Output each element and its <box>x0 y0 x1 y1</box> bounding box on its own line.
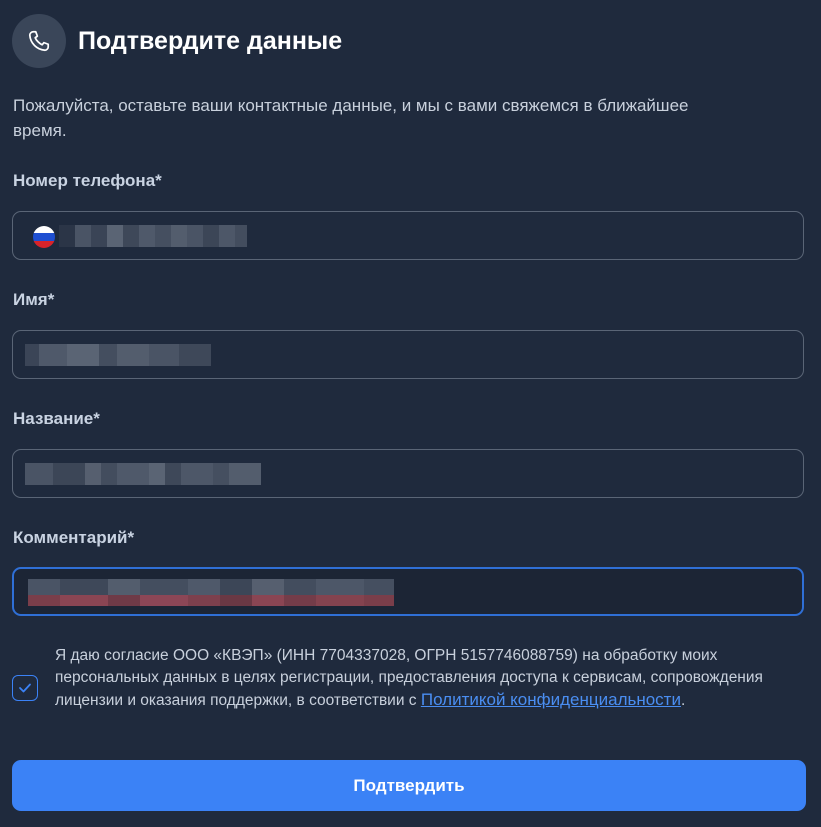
russia-flag-icon[interactable] <box>33 226 55 248</box>
name-value-redacted <box>25 344 211 366</box>
company-value-redacted <box>25 463 261 485</box>
submit-button[interactable]: Подтвердить <box>12 760 806 811</box>
description-text: Пожалуйста, оставьте ваши контактные дан… <box>13 96 689 140</box>
privacy-policy-link[interactable]: Политикой конфиденциальности <box>421 690 681 709</box>
comment-field[interactable] <box>12 567 804 616</box>
company-label: Название* <box>13 409 100 428</box>
consent-text: Я даю согласие ООО «КВЭП» (ИНН 770433702… <box>55 645 790 712</box>
phone-value-redacted <box>59 225 247 247</box>
page-title: Подтвердите данные <box>78 26 343 55</box>
name-field[interactable] <box>12 330 804 379</box>
comment-label: Комментарий* <box>13 528 135 547</box>
check-icon <box>19 683 31 693</box>
name-label: Имя* <box>13 290 55 309</box>
company-field[interactable] <box>12 449 804 498</box>
consent-checkbox[interactable] <box>12 675 38 701</box>
phone-icon <box>12 14 66 68</box>
phone-label: Номер телефона* <box>13 171 162 190</box>
dialog-header: Подтвердите данные <box>12 14 342 68</box>
consent-suffix: . <box>680 692 686 709</box>
comment-value-redacted <box>28 579 394 606</box>
phone-field[interactable] <box>12 211 804 260</box>
